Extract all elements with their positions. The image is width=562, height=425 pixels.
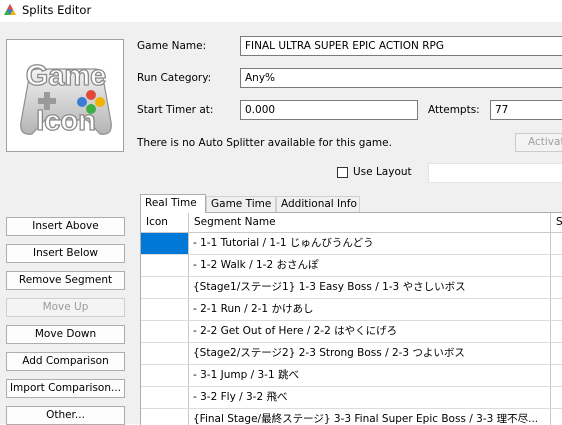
use-layout-checkbox[interactable] bbox=[337, 167, 348, 178]
attempts-label: Attempts: bbox=[428, 104, 480, 116]
run-category-label: Run Category: bbox=[137, 72, 212, 84]
tab-additional-info[interactable]: Additional Info bbox=[276, 196, 360, 213]
segment-name-cell[interactable]: {Final Stage/最終ステージ} 3-3 Final Super Epi… bbox=[189, 409, 551, 425]
column-header-split-time[interactable]: S bbox=[551, 213, 562, 232]
segment-row[interactable]: {Final Stage/最終ステージ} 3-3 Final Super Epi… bbox=[141, 409, 562, 425]
column-header-segment-name[interactable]: Segment Name bbox=[189, 213, 551, 232]
auto-splitter-status: There is no Auto Splitter available for … bbox=[137, 137, 392, 149]
game-name-label: Game Name: bbox=[137, 40, 207, 52]
segment-icon-cell[interactable] bbox=[141, 233, 189, 254]
title-bar: Splits Editor bbox=[0, 0, 562, 22]
window-title: Splits Editor bbox=[22, 3, 92, 17]
segment-row[interactable]: - 1-1 Tutorial / 1-1 じゅんびうんどう bbox=[141, 233, 562, 255]
grid-header: Icon Segment Name S bbox=[141, 213, 562, 233]
segment-name-cell[interactable]: {Stage1/ステージ1} 1-3 Easy Boss / 1-3 やさしいボ… bbox=[189, 277, 551, 298]
segment-icon-cell[interactable] bbox=[141, 255, 189, 276]
insert-above-button[interactable]: Insert Above bbox=[6, 217, 125, 236]
segment-icon-cell[interactable] bbox=[141, 321, 189, 342]
segments-grid[interactable]: Icon Segment Name S - 1-1 Tutorial / 1-1… bbox=[140, 212, 562, 425]
add-comparison-button[interactable]: Add Comparison bbox=[6, 352, 125, 371]
segment-name-cell[interactable]: - 1-2 Walk / 1-2 おさんぽ bbox=[189, 255, 551, 276]
segment-row[interactable]: {Stage2/ステージ2} 2-3 Strong Boss / 2-3 つよい… bbox=[141, 343, 562, 365]
segment-icon-cell[interactable] bbox=[141, 299, 189, 320]
move-down-button[interactable]: Move Down bbox=[6, 325, 125, 344]
segment-name-cell[interactable]: - 2-2 Get Out of Here / 2-2 はやくにげろ bbox=[189, 321, 551, 342]
tab-game-time[interactable]: Game Time bbox=[206, 196, 276, 213]
attempts-input[interactable]: 77 bbox=[490, 100, 562, 120]
gamepad-icon: Game Icon bbox=[20, 59, 112, 138]
tab-real-time[interactable]: Real Time bbox=[140, 194, 206, 213]
segment-name-cell[interactable]: - 1-1 Tutorial / 1-1 じゅんびうんどう bbox=[189, 233, 551, 254]
segment-icon-cell[interactable] bbox=[141, 365, 189, 386]
game-icon-picture[interactable]: Game Icon bbox=[6, 39, 124, 152]
game-icon-line1: Game bbox=[26, 60, 107, 92]
activate-button[interactable]: Activate bbox=[515, 133, 562, 152]
run-category-input[interactable]: Any% bbox=[240, 68, 562, 88]
use-layout-label: Use Layout bbox=[353, 166, 412, 178]
segment-row[interactable]: - 1-2 Walk / 1-2 おさんぽ bbox=[141, 255, 562, 277]
insert-below-button[interactable]: Insert Below bbox=[6, 244, 125, 263]
import-comparison-button[interactable]: Import Comparison... bbox=[6, 379, 125, 398]
game-name-input[interactable]: FINAL ULTRA SUPER EPIC ACTION RPG bbox=[240, 36, 562, 56]
move-up-button[interactable]: Move Up bbox=[6, 298, 125, 317]
segment-icon-cell[interactable] bbox=[141, 387, 189, 408]
segment-row[interactable]: {Stage1/ステージ1} 1-3 Easy Boss / 1-3 やさしいボ… bbox=[141, 277, 562, 299]
segment-row[interactable]: - 2-1 Run / 2-1 かけあし bbox=[141, 299, 562, 321]
segment-icon-cell[interactable] bbox=[141, 409, 189, 425]
segment-icon-cell[interactable] bbox=[141, 343, 189, 364]
layout-path-field[interactable] bbox=[428, 163, 562, 183]
segment-name-cell[interactable]: - 2-1 Run / 2-1 かけあし bbox=[189, 299, 551, 320]
segment-row[interactable]: - 2-2 Get Out of Here / 2-2 はやくにげろ bbox=[141, 321, 562, 343]
remove-segment-button[interactable]: Remove Segment bbox=[6, 271, 125, 290]
column-header-icon[interactable]: Icon bbox=[141, 213, 189, 232]
start-timer-input[interactable]: 0.000 bbox=[240, 100, 418, 120]
other-button[interactable]: Other... bbox=[6, 406, 125, 425]
segment-name-cell[interactable]: - 3-2 Fly / 3-2 飛べ bbox=[189, 387, 551, 408]
start-timer-label: Start Timer at: bbox=[137, 104, 214, 116]
segment-name-cell[interactable]: - 3-1 Jump / 3-1 跳べ bbox=[189, 365, 551, 386]
segment-name-cell[interactable]: {Stage2/ステージ2} 2-3 Strong Boss / 2-3 つよい… bbox=[189, 343, 551, 364]
segment-row[interactable]: - 3-1 Jump / 3-1 跳べ bbox=[141, 365, 562, 387]
segment-row[interactable]: - 3-2 Fly / 3-2 飛べ bbox=[141, 387, 562, 409]
segment-icon-cell[interactable] bbox=[141, 277, 189, 298]
game-icon-line2: Icon bbox=[36, 105, 96, 137]
livesplit-app-icon bbox=[4, 4, 16, 15]
